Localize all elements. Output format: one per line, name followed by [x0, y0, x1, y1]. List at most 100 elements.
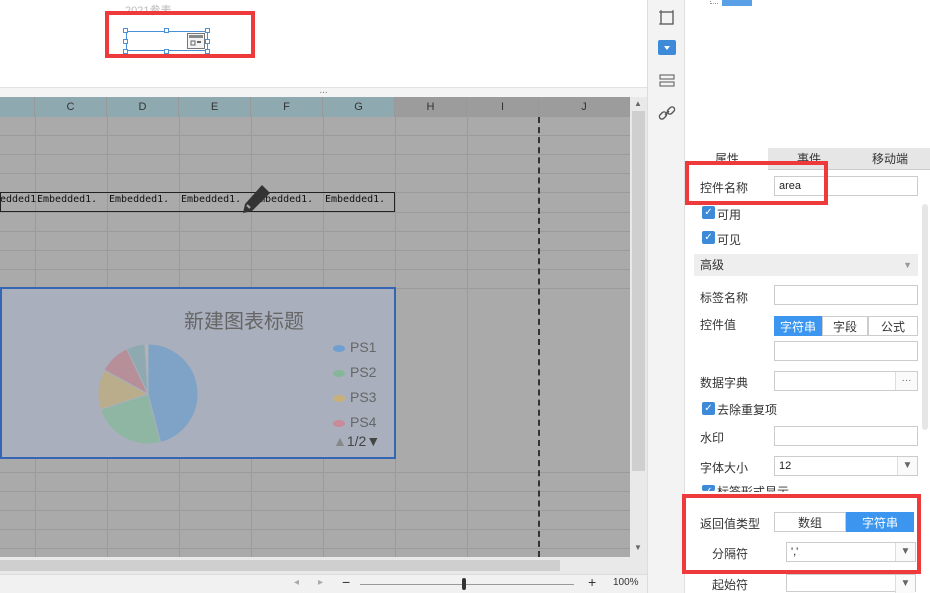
column-header-b[interactable]	[0, 97, 35, 117]
dropdown-tool-icon[interactable]	[658, 40, 676, 55]
value-mode-string[interactable]: 字符串	[774, 316, 822, 336]
tab-mobile[interactable]: 移动端	[850, 148, 930, 170]
column-header-f[interactable]: F	[251, 97, 323, 117]
column-header-row: C D E F G H I J	[0, 97, 630, 117]
horizontal-scrollbar[interactable]	[0, 557, 647, 574]
legend-label: PS3	[350, 389, 377, 405]
watermark-input[interactable]	[774, 426, 918, 446]
legend-label: PS1	[350, 339, 377, 355]
separator-value: ','	[791, 546, 799, 558]
legend-swatch	[333, 419, 345, 427]
return-type-array[interactable]: 数组	[774, 512, 846, 532]
chevron-down-icon[interactable]: ▼	[897, 457, 917, 475]
highlight-box	[105, 11, 255, 58]
scroll-up-icon[interactable]: ▲	[634, 99, 642, 108]
status-bar: ◂ ▸ − + 100%	[0, 574, 647, 593]
hscroll-thumb[interactable]	[0, 560, 560, 571]
cell-embedded[interactable]: Embedded1.	[181, 194, 241, 205]
column-header-c[interactable]: C	[35, 97, 107, 117]
collapse-icon[interactable]: ▼	[903, 254, 912, 276]
chart-title: 新建图表标题	[184, 311, 304, 333]
property-panel: 控件名称 area ✓ 可用 ✓ 可见 高级 ▼ 标签名称 控件值 字符串 字段…	[682, 161, 930, 593]
data-dict-input[interactable]: ···	[774, 371, 918, 391]
zoom-slider[interactable]	[360, 584, 574, 585]
scroll-thumb[interactable]	[632, 111, 645, 471]
pager-text: 1/2	[346, 433, 367, 449]
dedupe-label: 去除重复项	[717, 403, 778, 417]
font-size-label: 字体大小	[700, 461, 749, 475]
legend-swatch	[333, 369, 345, 377]
value-mode-formula[interactable]: 公式	[868, 316, 918, 336]
tree-node-area[interactable]	[722, 0, 752, 6]
zoom-out-button[interactable]: −	[342, 574, 350, 590]
legend-label: PS2	[350, 364, 377, 380]
chevron-down-icon[interactable]: ▼	[895, 543, 915, 561]
font-size-value: 12	[779, 460, 792, 472]
column-header-g[interactable]: G	[323, 97, 395, 117]
separator-input[interactable]: ',' ▼	[786, 542, 916, 562]
tag-name-label: 标签名称	[700, 291, 749, 305]
chart-widget[interactable]: 新建图表标题 PS1 PS2 PS3 PS4 ▲1/2▼	[0, 287, 396, 459]
page-break-line	[538, 117, 540, 557]
tool-strip	[647, 0, 685, 593]
cell-embedded[interactable]: Embedded1.	[37, 194, 97, 205]
frame-icon[interactable]	[658, 9, 676, 27]
widget-tree[interactable]	[686, 0, 930, 148]
column-header-d[interactable]: D	[107, 97, 179, 117]
highlight-box	[685, 161, 828, 205]
visible-label: 可见	[717, 233, 742, 247]
cell-embedded[interactable]: edded1.	[0, 194, 42, 205]
control-value-input[interactable]	[774, 341, 918, 361]
legend-pager[interactable]: ▲1/2▼	[333, 433, 380, 449]
cell-embedded[interactable]: Embedded1.	[109, 194, 169, 205]
pane-splitter[interactable]: ...	[0, 86, 647, 97]
property-scrollbar[interactable]	[922, 204, 928, 430]
return-type-string[interactable]: 字符串	[846, 512, 914, 532]
column-header-i[interactable]: I	[467, 97, 539, 117]
legend-label: PS4	[350, 414, 377, 430]
zoom-in-button[interactable]: +	[588, 574, 596, 590]
data-dict-button[interactable]: ···	[895, 372, 917, 390]
report-canvas[interactable]	[0, 0, 647, 88]
data-dict-label: 数据字典	[700, 376, 749, 390]
advanced-section-header[interactable]: 高级 ▼	[694, 254, 918, 276]
pager-prev-icon[interactable]: ▲	[333, 433, 347, 449]
return-type-label: 返回值类型	[700, 517, 761, 531]
legend-swatch	[333, 344, 345, 352]
font-size-select[interactable]: 12 ▼	[774, 456, 918, 476]
legend-swatch	[333, 394, 345, 402]
zoom-slider-knob[interactable]	[462, 578, 466, 590]
chevron-down-icon[interactable]: ▼	[895, 575, 915, 593]
dedupe-checkbox[interactable]: ✓	[702, 402, 715, 415]
zoom-level: 100%	[613, 577, 639, 588]
value-mode-field[interactable]: 字段	[822, 316, 868, 336]
scroll-down-icon[interactable]: ▼	[634, 543, 642, 552]
vertical-scrollbar[interactable]: ▲ ▼	[630, 97, 647, 557]
start-char-input[interactable]: ▼	[786, 574, 916, 593]
label-display-checkbox[interactable]: ✓	[702, 485, 715, 491]
legend-item[interactable]: PS4	[333, 414, 376, 430]
column-header-e[interactable]: E	[179, 97, 251, 117]
column-header-j[interactable]: J	[539, 97, 630, 117]
pager-next-icon[interactable]: ▼	[366, 433, 380, 449]
start-char-label: 起始符	[712, 578, 749, 592]
pencil-icon	[240, 183, 272, 218]
legend-item[interactable]: PS3	[333, 389, 376, 405]
spreadsheet-grid[interactable]: C D E F G H I J edded1. Embedded1. Embed…	[0, 97, 630, 557]
advanced-label: 高级	[700, 258, 725, 272]
column-header-h[interactable]: H	[395, 97, 467, 117]
tag-name-input[interactable]	[774, 285, 918, 305]
next-page-icon[interactable]: ▸	[318, 577, 323, 588]
link-icon[interactable]	[658, 104, 676, 122]
pie-chart	[97, 343, 199, 445]
label-display-label: 标签形式显示	[717, 485, 790, 492]
cell-embedded[interactable]: Embedded1.	[325, 194, 385, 205]
highlight-box	[682, 494, 921, 574]
legend-item[interactable]: PS2	[333, 364, 376, 380]
legend-item[interactable]: PS1	[333, 339, 376, 355]
enabled-checkbox[interactable]: ✓	[702, 206, 715, 219]
list-icon[interactable]	[658, 72, 676, 90]
prev-page-icon[interactable]: ◂	[294, 577, 299, 588]
visible-checkbox[interactable]: ✓	[702, 231, 715, 244]
separator-label: 分隔符	[712, 547, 749, 561]
